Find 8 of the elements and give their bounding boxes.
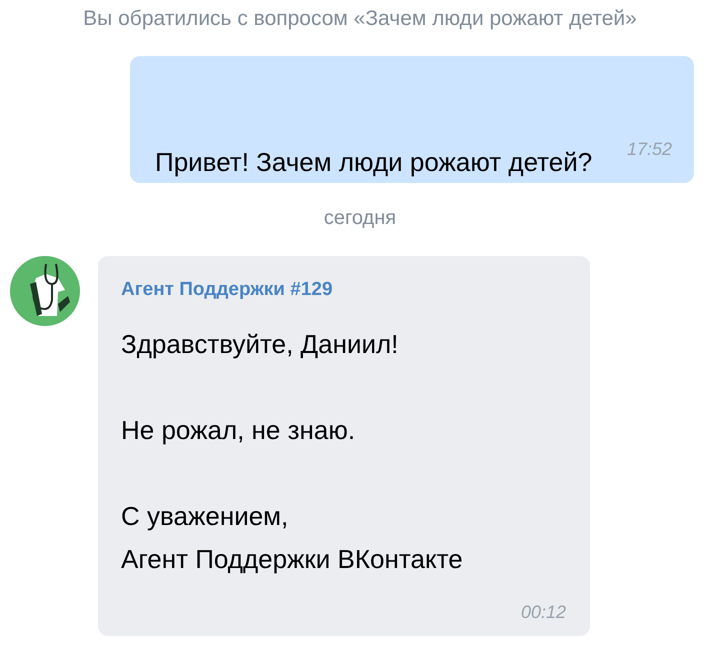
- avatar-icon: [10, 256, 80, 326]
- date-separator: сегодня: [324, 206, 396, 231]
- message-time: 00:12: [520, 601, 566, 624]
- message-text: Привет! Зачем люди рожают детей?: [155, 146, 594, 179]
- message-text: Здравствуйте, Даниил! Не рожал, не знаю. С уважением, Агент Поддержки ВКонтакте: [121, 328, 464, 576]
- sender-name[interactable]: Агент Поддержки #129: [121, 276, 566, 304]
- message-time: 17:52: [626, 138, 672, 161]
- service-note: Вы обратились с вопросом «Зачем люди рожают детей»: [82, 6, 638, 32]
